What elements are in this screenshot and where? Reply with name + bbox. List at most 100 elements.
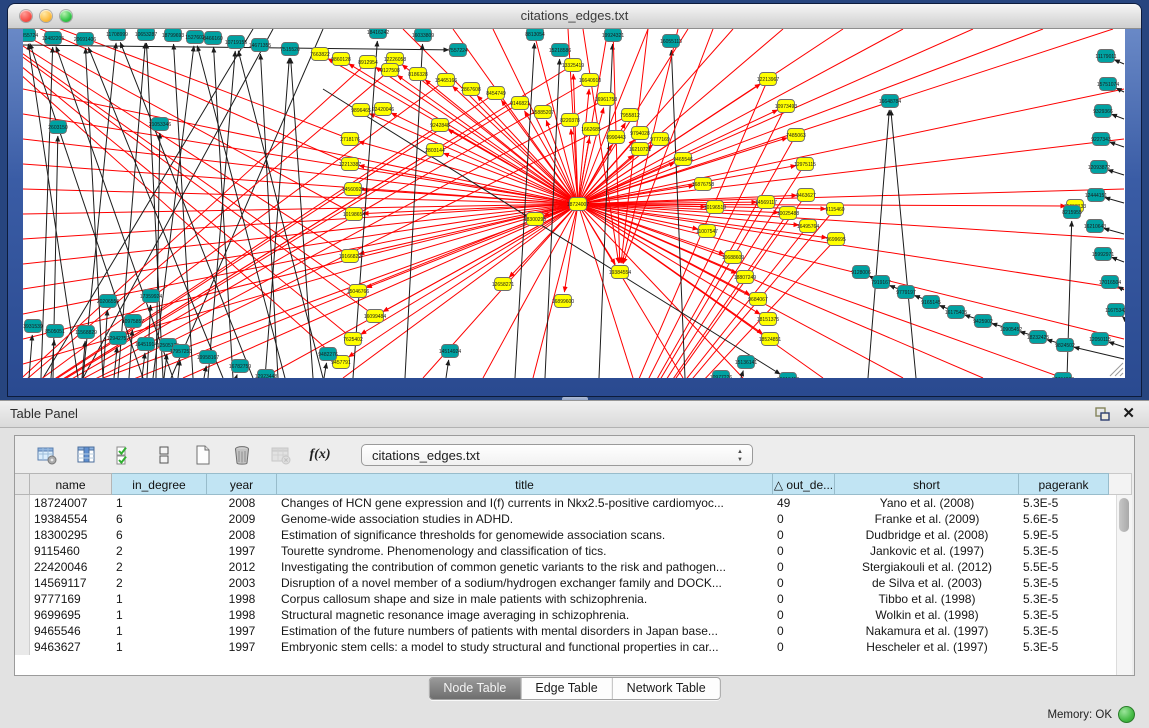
graph-node[interactable]: 9425902 <box>973 315 993 328</box>
graph-node[interactable]: 8813054 <box>525 29 545 41</box>
graph-node[interactable]: 10025488 <box>777 207 799 220</box>
graph-node[interactable]: 20691406 <box>74 33 96 46</box>
network-view-window[interactable]: citations_edges.txt 18724007891295412226… <box>8 4 1141 396</box>
table-cell[interactable]: 9699695 <box>30 607 112 623</box>
graph-node[interactable]: 9329366 <box>1093 105 1113 118</box>
graph-node[interactable]: 9684067 <box>748 293 768 306</box>
table-cell[interactable]: 5.6E-5 <box>1019 511 1109 527</box>
graph-node[interactable]: 8466160 <box>203 32 223 45</box>
graph-node[interactable]: 10198654 <box>343 208 365 221</box>
graph-node[interactable]: 16640910 <box>579 74 601 87</box>
graph-node[interactable]: 9463627 <box>796 189 816 202</box>
table-cell[interactable]: 1998 <box>207 591 277 607</box>
graph-node[interactable]: 9896465 <box>351 104 371 117</box>
function-builder-icon[interactable]: f(x) <box>308 443 332 467</box>
table-cell[interactable]: 19384554 <box>30 511 112 527</box>
graph-node[interactable]: 17764202 <box>1052 373 1074 379</box>
graph-node[interactable]: 12213387 <box>339 158 361 171</box>
table-row[interactable]: 1456911722003Disruption of a novel membe… <box>15 575 1132 591</box>
graph-node[interactable]: 15136141 <box>735 356 757 369</box>
graph-node[interactable]: 11179011 <box>1095 50 1116 63</box>
graph-node[interactable]: 12975115 <box>794 158 816 171</box>
select-column-icon[interactable] <box>74 443 98 467</box>
graph-node[interactable]: 12444151 <box>1085 189 1107 202</box>
graph-node[interactable]: 16175405 <box>945 306 967 319</box>
tab-node-table[interactable]: Node Table <box>429 678 520 699</box>
graph-node[interactable]: 11568829 <box>75 326 97 339</box>
network-canvas[interactable]: 1872400789129541222605891275088186328154… <box>23 29 1125 378</box>
table-cell[interactable]: de Silva et al. (2003) <box>835 575 1019 591</box>
graph-node[interactable]: 8454749 <box>486 87 506 100</box>
table-cell[interactable]: 0 <box>773 591 835 607</box>
graph-node[interactable]: 11675342 <box>1105 304 1125 317</box>
graph-node[interactable]: 12093872 <box>1088 161 1110 174</box>
graph-node[interactable]: 10688609 <box>722 251 744 264</box>
table-cell[interactable]: Structural magnetic resonance image aver… <box>277 607 773 623</box>
graph-node[interactable]: 11708999 <box>106 29 128 41</box>
graph-node[interactable]: 18232425 <box>1027 331 1049 344</box>
table-cell[interactable]: Dudbridge et al. (2008) <box>835 527 1019 543</box>
table-cell[interactable]: Investigating the contribution of common… <box>277 559 773 575</box>
graph-node[interactable]: 10977226 <box>710 371 732 379</box>
graph-node[interactable]: 18416242 <box>367 29 389 39</box>
graph-node[interactable]: 9465546 <box>673 153 693 166</box>
table-cell[interactable]: Hescheler et al. (1997) <box>835 639 1019 655</box>
graph-node[interactable]: 12923448 <box>255 370 277 379</box>
graph-node[interactable]: 18724007 <box>567 198 589 211</box>
column-header-title[interactable]: title <box>277 473 773 495</box>
table-cell[interactable]: 2008 <box>207 527 277 543</box>
table-cell[interactable]: 2 <box>112 575 207 591</box>
close-window-icon[interactable] <box>20 10 32 22</box>
table-cell[interactable]: 9777169 <box>30 591 112 607</box>
table-cell[interactable]: 1 <box>112 639 207 655</box>
table-cell[interactable]: Disruption of a novel member of a sodium… <box>277 575 773 591</box>
table-cell[interactable]: Yano et al. (2008) <box>835 495 1019 511</box>
graph-node[interactable]: 17016504 <box>1099 276 1121 289</box>
graph-node[interactable]: 17359924 <box>140 290 162 303</box>
table-cell[interactable]: 9465546 <box>30 623 112 639</box>
graph-node[interactable]: 15751074 <box>1097 78 1119 91</box>
table-cell[interactable]: 2 <box>112 559 207 575</box>
graph-node[interactable]: 7625402 <box>343 333 363 346</box>
table-row[interactable]: 911546021997Tourette syndrome. Phenomeno… <box>15 543 1132 559</box>
delete-column-trash-icon[interactable] <box>230 443 254 467</box>
graph-node[interactable]: 9777169 <box>650 133 670 146</box>
table-cell[interactable]: 18300295 <box>30 527 112 543</box>
graph-node[interactable]: 16210643 <box>1084 220 1106 233</box>
close-panel-icon[interactable]: ✕ <box>1122 403 1135 425</box>
graph-node[interactable]: 24055724 <box>23 29 38 42</box>
table-row[interactable]: 1872400712008Changes of HCN gene express… <box>15 495 1132 511</box>
graph-node[interactable]: 9482276 <box>318 348 338 361</box>
graph-node[interactable]: 14560929 <box>342 183 364 196</box>
graph-node[interactable]: 7919167 <box>871 276 891 289</box>
graph-node[interactable]: 9699695 <box>826 233 846 246</box>
table-cell[interactable]: Tibbo et al. (1998) <box>835 591 1019 607</box>
table-row[interactable]: 946362711997Embryonic stem cells: a mode… <box>15 639 1132 655</box>
graph-node[interactable]: 7515526 <box>280 43 300 56</box>
table-cell[interactable]: Jankovic et al. (1997) <box>835 543 1019 559</box>
table-cell[interactable]: 0 <box>773 575 835 591</box>
table-cell[interactable]: 22420046 <box>30 559 112 575</box>
graph-node[interactable]: 19166822 <box>339 250 361 263</box>
table-cell[interactable]: 6 <box>112 511 207 527</box>
table-cell[interactable]: Tourette syndrome. Phenomenology and cla… <box>277 543 773 559</box>
column-header-out_de[interactable]: △ out_de... <box>773 473 835 495</box>
graph-node[interactable]: 7485063 <box>786 129 806 142</box>
graph-node[interactable]: 7557224 <box>448 44 468 57</box>
table-cell[interactable]: 5.5E-5 <box>1019 559 1109 575</box>
table-row[interactable]: 1938455462009Genome-wide association stu… <box>15 511 1132 527</box>
graph-node[interactable]: 16055113 <box>660 35 682 48</box>
graph-node[interactable]: 13325419 <box>562 59 584 72</box>
table-row[interactable]: 1830029562008Estimation of significance … <box>15 527 1132 543</box>
graph-node[interactable]: 9115460 <box>825 203 844 216</box>
graph-node[interactable]: 9242848 <box>430 119 450 132</box>
table-cell[interactable]: 5.3E-5 <box>1019 591 1109 607</box>
table-cell[interactable]: Franke et al. (2009) <box>835 511 1019 527</box>
graph-node[interactable]: 2603150 <box>48 121 68 134</box>
table-cell[interactable]: 1 <box>112 495 207 511</box>
table-cell[interactable]: 5.3E-5 <box>1019 607 1109 623</box>
graph-node[interactable]: 9227343 <box>1091 133 1111 146</box>
graph-node[interactable]: 16899600 <box>552 295 574 308</box>
table-row[interactable]: 2242004622012Investigating the contribut… <box>15 559 1132 575</box>
graph-node[interactable]: 12482205 <box>42 32 64 45</box>
